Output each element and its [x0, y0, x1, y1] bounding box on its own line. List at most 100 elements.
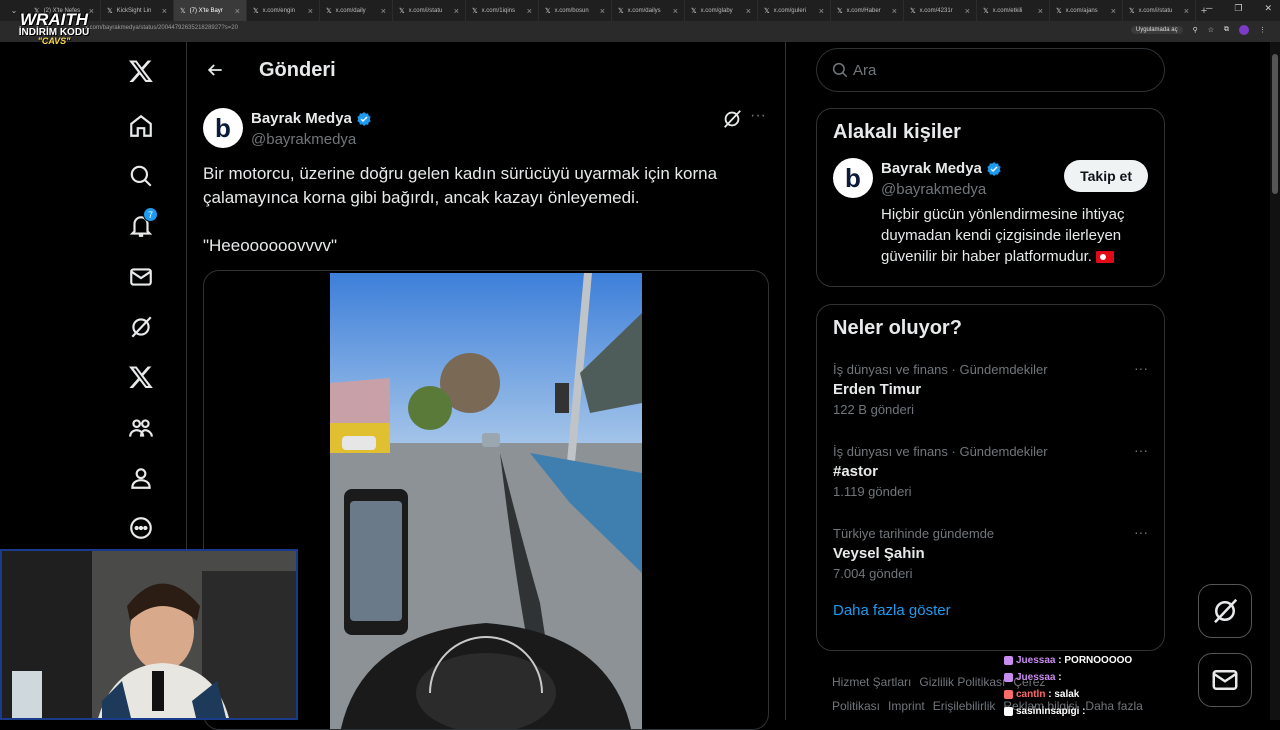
- related-person[interactable]: b Bayrak Medya @bayrakmedya Takip et Hiç…: [817, 144, 1164, 265]
- tab-close-icon[interactable]: ×: [1184, 6, 1189, 16]
- search-box[interactable]: [816, 48, 1165, 92]
- footer-link[interactable]: Erişilebilirlik: [933, 699, 996, 713]
- follow-button[interactable]: Takip et: [1064, 160, 1148, 192]
- trend-item[interactable]: İş dünyası ve finans · Gündemdekiler #ast…: [817, 432, 1164, 514]
- grok-explain-icon[interactable]: [721, 108, 743, 130]
- tab-close-icon[interactable]: ×: [308, 6, 313, 16]
- browser-tab[interactable]: 𝕏 KickSight Lin ×: [101, 0, 174, 21]
- extensions-icon[interactable]: ⧉: [1224, 26, 1229, 34]
- scrollbar-thumb[interactable]: [1272, 54, 1278, 194]
- browser-menu-icon[interactable]: ⋮: [1259, 26, 1266, 34]
- browser-tab[interactable]: 𝕏x.com/dailys ×: [612, 0, 685, 21]
- footer-link[interactable]: Imprint: [888, 699, 925, 713]
- browser-tab[interactable]: 𝕏x.com/i/statu ×: [1123, 0, 1196, 21]
- trend-item[interactable]: İş dünyası ve finans · Gündemdekiler Erde…: [817, 350, 1164, 432]
- author-name-row[interactable]: Bayrak Medya: [251, 110, 372, 127]
- trend-more-icon[interactable]: ···: [1134, 442, 1148, 458]
- tab-label: x.com/bosun: [554, 7, 589, 14]
- browser-tab[interactable]: 𝕏x.com/daily ×: [320, 0, 393, 21]
- browser-tab[interactable]: 𝕏x.com/engin ×: [247, 0, 320, 21]
- back-arrow-icon[interactable]: [197, 52, 233, 88]
- tab-favicon-icon: 𝕏: [1129, 7, 1135, 15]
- tab-label: x.com/daily: [335, 7, 366, 14]
- tab-close-icon[interactable]: ×: [381, 6, 386, 16]
- chat-badge-icon: [1004, 706, 1013, 716]
- browser-tab[interactable]: 𝕏x.com/i/statu ×: [393, 0, 466, 21]
- grok-icon: [1214, 598, 1238, 624]
- close-window-icon[interactable]: ✕: [1264, 3, 1272, 14]
- author-handle[interactable]: @bayrakmedya: [251, 131, 356, 148]
- tab-close-icon[interactable]: ×: [235, 6, 240, 16]
- tab-close-icon[interactable]: ×: [527, 6, 532, 16]
- x-logo-icon[interactable]: [126, 56, 156, 86]
- tab-close-icon[interactable]: ×: [892, 6, 897, 16]
- browser-tab[interactable]: 𝕏x.com/etkili ×: [977, 0, 1050, 21]
- search-icon: [832, 62, 848, 78]
- post-header: Gönderi: [187, 42, 785, 98]
- related-avatar[interactable]: b: [833, 158, 873, 198]
- trend-post-count: 1.119 gönderi: [833, 484, 912, 499]
- grok-icon[interactable]: [126, 312, 156, 342]
- tab-close-icon[interactable]: ×: [673, 6, 678, 16]
- restore-icon[interactable]: ❐: [1234, 3, 1242, 14]
- messages-icon[interactable]: [126, 262, 156, 292]
- profile-icon[interactable]: [126, 463, 156, 493]
- tab-close-icon[interactable]: ×: [1038, 6, 1043, 16]
- author-avatar[interactable]: b: [203, 108, 243, 148]
- tab-close-icon[interactable]: ×: [965, 6, 970, 16]
- trends-title: Neler oluyor?: [833, 317, 962, 339]
- related-handle[interactable]: @bayrakmedya: [881, 181, 986, 198]
- tab-favicon-icon: 𝕏: [1056, 7, 1062, 15]
- profile-avatar[interactable]: [1239, 25, 1249, 35]
- trend-name: Erden Timur: [833, 381, 922, 398]
- zoom-icon[interactable]: ⚲: [1193, 26, 1198, 34]
- open-in-app-button[interactable]: Uygulamada aç: [1130, 26, 1183, 34]
- tab-close-icon[interactable]: ×: [162, 6, 167, 16]
- url-field[interactable]: x.com/bayrakmedya/status/200447926352182…: [85, 25, 238, 31]
- minimize-icon[interactable]: ─: [1206, 3, 1212, 14]
- more-options-icon[interactable]: [126, 513, 156, 543]
- notifications-bell-icon[interactable]: 7: [126, 207, 158, 241]
- browser-tab[interactable]: 𝕏x.com/Haber ×: [831, 0, 904, 21]
- browser-tab[interactable]: 𝕏x.com/ajans ×: [1050, 0, 1123, 21]
- trend-name: #astor: [833, 463, 879, 480]
- browser-tab[interactable]: 𝕏x.com/bosun ×: [539, 0, 612, 21]
- show-more-link[interactable]: Daha fazla göster: [817, 602, 1164, 619]
- browser-tab[interactable]: 𝕏 (7) X'te Bayr ×: [174, 0, 247, 21]
- footer-link[interactable]: Gizlilik Politikası: [919, 675, 1005, 689]
- browser-tab[interactable]: 𝕏x.com/guleri ×: [758, 0, 831, 21]
- post-author: b Bayrak Medya @bayrakmedya ···: [203, 108, 769, 152]
- tab-label: x.com/guleri: [773, 7, 806, 14]
- search-input[interactable]: [853, 61, 1133, 79]
- tab-favicon-icon: 𝕏: [837, 7, 843, 15]
- premium-x-icon[interactable]: [126, 362, 156, 392]
- tab-label: x.com/4231r: [919, 7, 953, 14]
- tab-close-icon[interactable]: ×: [1111, 6, 1116, 16]
- home-icon[interactable]: [126, 111, 156, 141]
- trend-item[interactable]: Türkiye tarihinde gündemde Veysel Şahin 7.…: [817, 514, 1164, 596]
- browser-tab[interactable]: 𝕏x.com/1iqins ×: [466, 0, 539, 21]
- chat-message: cantln : salak: [1004, 686, 1154, 703]
- tab-close-icon[interactable]: ×: [454, 6, 459, 16]
- tab-close-icon[interactable]: ×: [746, 6, 751, 16]
- trend-more-icon[interactable]: ···: [1134, 360, 1148, 376]
- trend-more-icon[interactable]: ···: [1134, 524, 1148, 540]
- grok-floating-button[interactable]: [1198, 584, 1252, 638]
- bookmark-star-icon[interactable]: ☆: [1208, 26, 1214, 34]
- footer-link[interactable]: Hizmet Şartları: [832, 675, 911, 689]
- post-more-icon[interactable]: ···: [747, 108, 769, 130]
- tab-close-icon[interactable]: ×: [600, 6, 605, 16]
- author-name[interactable]: Bayrak Medya: [251, 110, 352, 127]
- related-name[interactable]: Bayrak Medya: [881, 160, 982, 177]
- video-player[interactable]: [330, 273, 642, 729]
- webcam-overlay: [0, 549, 298, 720]
- browser-tab[interactable]: 𝕏x.com/4231r ×: [904, 0, 977, 21]
- messages-floating-button[interactable]: [1198, 653, 1252, 707]
- page-scrollbar[interactable]: [1270, 42, 1280, 720]
- chat-badge-icon: [1004, 672, 1013, 682]
- browser-tab[interactable]: 𝕏x.com/glaby ×: [685, 0, 758, 21]
- tab-close-icon[interactable]: ×: [819, 6, 824, 16]
- communities-icon[interactable]: [126, 413, 156, 443]
- related-name-row[interactable]: Bayrak Medya: [881, 160, 1002, 177]
- search-icon[interactable]: [126, 161, 156, 191]
